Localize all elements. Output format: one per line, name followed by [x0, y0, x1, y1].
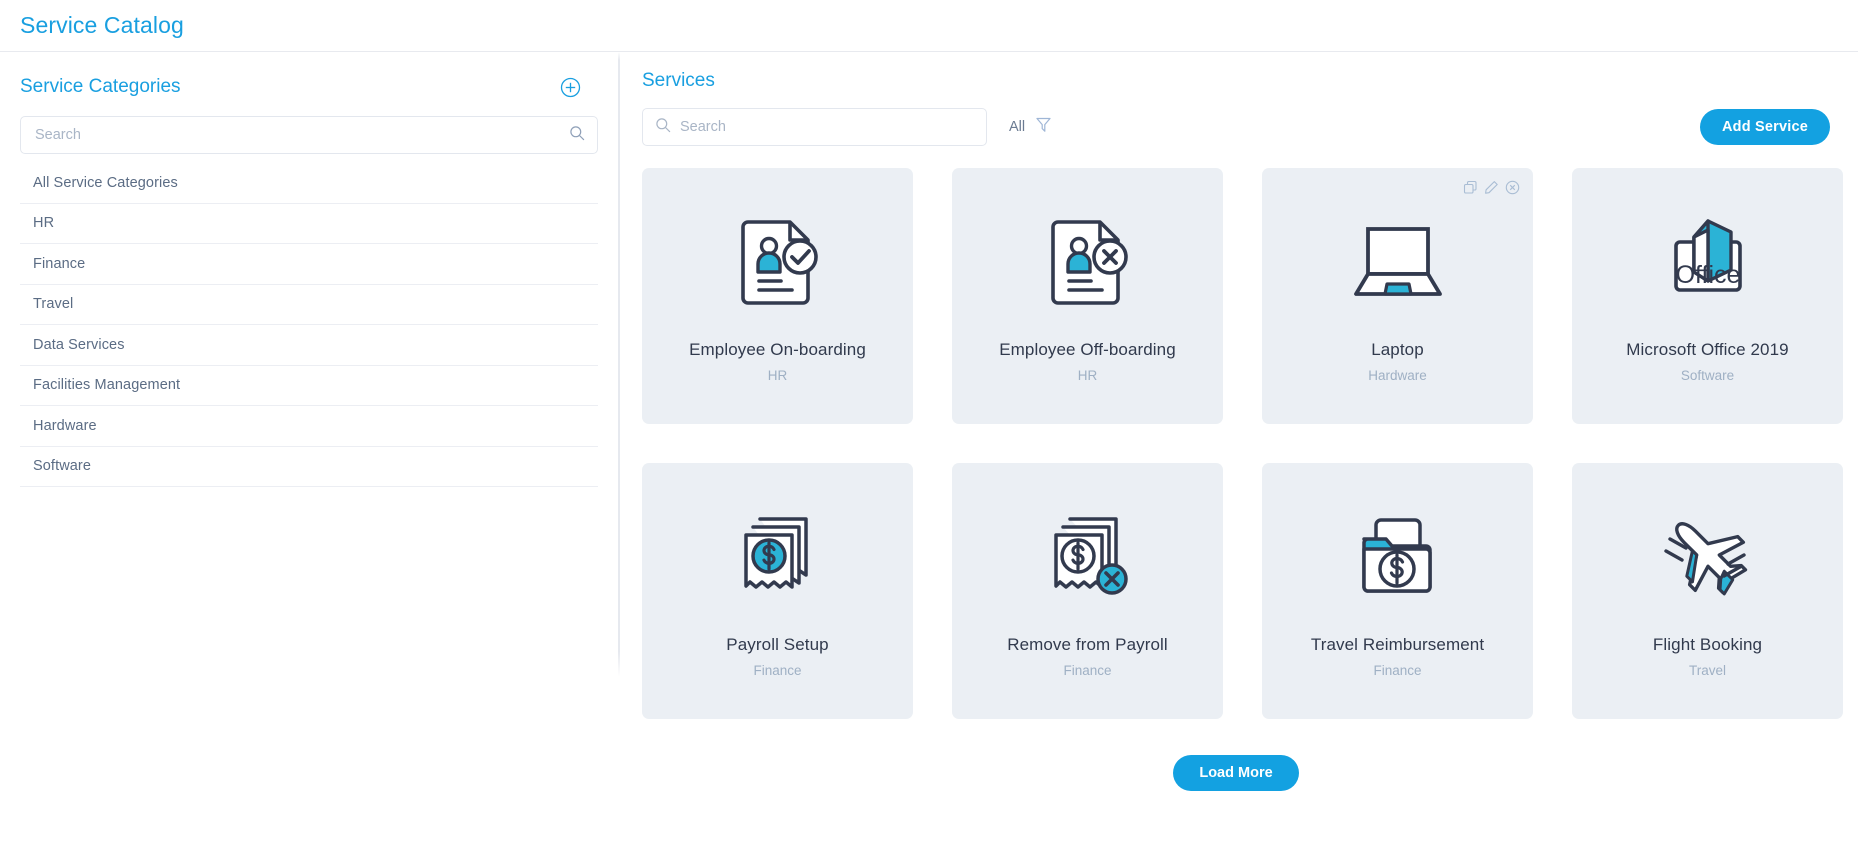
service-card-remove-from-payroll[interactable]: Remove from Payroll Finance	[952, 463, 1223, 719]
category-label: Facilities Management	[33, 377, 181, 394]
category-label: Hardware	[33, 417, 97, 434]
service-title: Travel Reimbursement	[1310, 635, 1485, 654]
services-toolbar: All Add Service	[642, 108, 1830, 146]
category-list: All Service Categories HR Finance Travel…	[20, 163, 598, 487]
filter-label: All	[1009, 119, 1026, 135]
service-category: Finance	[753, 663, 802, 678]
load-more-button[interactable]: Load More	[1173, 755, 1299, 791]
sidebar-header: Service Categories	[20, 70, 598, 104]
app-header: Service Catalog	[0, 0, 1858, 52]
office-icon: Office	[1656, 206, 1760, 314]
page-title: Service Catalog	[20, 12, 184, 38]
category-label: All Service Categories	[33, 174, 178, 191]
category-label: Travel	[33, 296, 74, 313]
service-category: Finance	[1373, 663, 1422, 678]
service-filter[interactable]: All	[1009, 115, 1053, 139]
workspace: Service Categories All Service Categorie…	[0, 52, 1858, 841]
duplicate-icon[interactable]	[1463, 180, 1478, 195]
service-category: HR	[1077, 368, 1098, 383]
service-title: Microsoft Office 2019	[1626, 340, 1789, 359]
sidebar-item-travel[interactable]: Travel	[20, 285, 598, 325]
service-category: Finance	[1063, 663, 1112, 678]
category-label: Finance	[33, 255, 86, 272]
category-label: Data Services	[33, 336, 125, 353]
service-card-flight-booking[interactable]: Flight Booking Travel	[1572, 463, 1843, 719]
document-person-check-icon	[726, 206, 830, 314]
sidebar-item-software[interactable]: Software	[20, 447, 598, 487]
service-card-travel-reimbursement[interactable]: Travel Reimbursement Finance	[1262, 463, 1533, 719]
service-category: Software	[1680, 368, 1735, 383]
funnel-icon[interactable]	[1034, 115, 1053, 139]
delete-icon[interactable]	[1505, 180, 1520, 195]
laptop-icon	[1346, 206, 1450, 314]
service-category: Hardware	[1368, 368, 1427, 383]
receipts-dollar-x-icon	[1036, 501, 1140, 609]
sidebar-item-finance[interactable]: Finance	[20, 244, 598, 285]
sidebar-item-data-services[interactable]: Data Services	[20, 325, 598, 366]
search-icon	[655, 117, 671, 138]
service-title: Employee Off-boarding	[999, 340, 1176, 359]
card-actions	[1463, 180, 1520, 195]
category-search-input[interactable]	[35, 127, 569, 143]
svg-text:Office: Office	[1675, 261, 1740, 289]
service-title: Laptop	[1371, 340, 1424, 359]
service-category: Travel	[1688, 663, 1726, 678]
sidebar-item-all-service-categories[interactable]: All Service Categories	[20, 163, 598, 204]
category-search-box[interactable]	[20, 116, 598, 154]
service-card-microsoft-office-2019[interactable]: Office Microsoft Office 2019 Software	[1572, 168, 1843, 424]
services-grid: Employee On-boarding HR Employee Off-boa…	[642, 168, 1843, 719]
service-categories-panel: Service Categories All Service Categorie…	[0, 52, 618, 841]
plus-circle-icon[interactable]	[559, 76, 581, 98]
service-card-laptop[interactable]: Laptop Hardware	[1262, 168, 1533, 424]
service-card-employee-on-boarding[interactable]: Employee On-boarding HR	[642, 168, 913, 424]
sidebar-item-hr[interactable]: HR	[20, 204, 598, 244]
service-card-payroll-setup[interactable]: Payroll Setup Finance	[642, 463, 913, 719]
add-service-button[interactable]: Add Service	[1699, 109, 1830, 145]
sidebar-item-facilities-management[interactable]: Facilities Management	[20, 366, 598, 406]
service-search-input[interactable]	[680, 119, 974, 135]
service-title: Remove from Payroll	[1007, 635, 1168, 654]
service-search-box[interactable]	[642, 108, 987, 146]
category-label: HR	[33, 215, 55, 232]
receipts-dollar-icon	[726, 501, 830, 609]
service-title: Employee On-boarding	[689, 340, 866, 359]
service-card-employee-off-boarding[interactable]: Employee Off-boarding HR	[952, 168, 1223, 424]
search-icon	[569, 125, 585, 146]
services-panel: Services All Add Servi	[620, 52, 1858, 841]
service-category: HR	[767, 368, 788, 383]
service-title: Flight Booking	[1652, 635, 1763, 654]
sidebar-item-hardware[interactable]: Hardware	[20, 406, 598, 447]
document-person-x-icon	[1036, 206, 1140, 314]
services-title: Services	[642, 70, 715, 91]
folder-dollar-icon	[1346, 501, 1450, 609]
load-more-wrapper: Load More	[642, 755, 1830, 791]
airplane-icon	[1656, 501, 1760, 609]
category-label: Software	[33, 458, 92, 475]
edit-icon[interactable]	[1484, 180, 1499, 195]
sidebar-title: Service Categories	[20, 76, 181, 97]
service-title: Payroll Setup	[726, 635, 829, 654]
